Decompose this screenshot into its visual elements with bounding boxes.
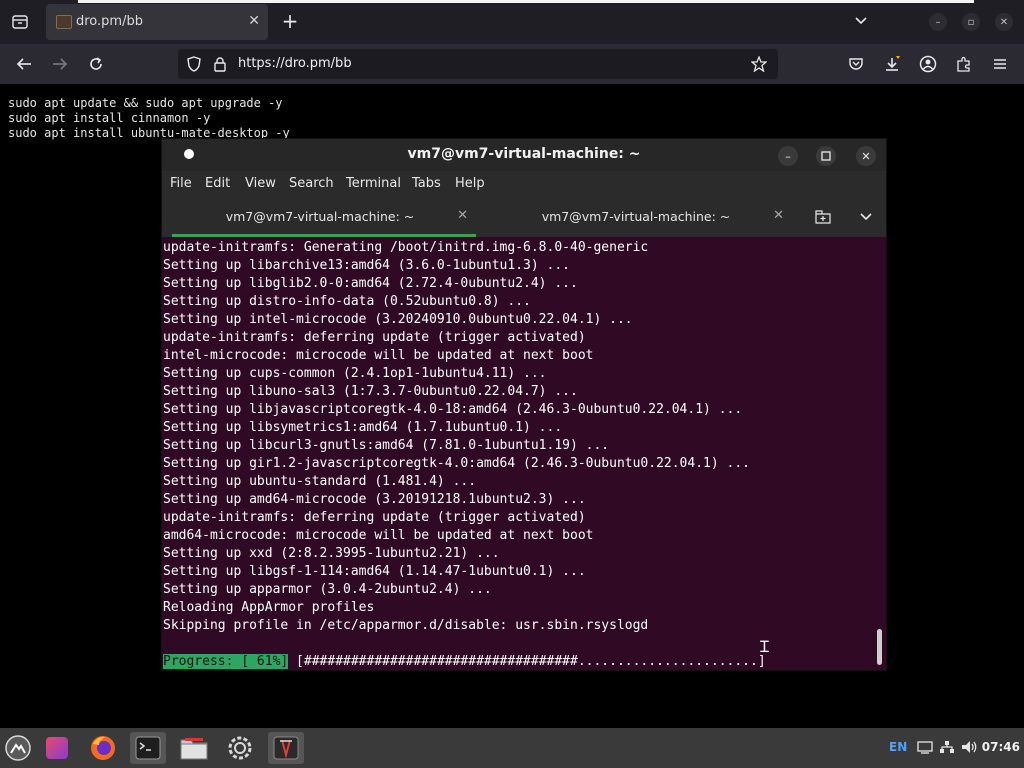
terminal-tab-label: vm7@vm7-virtual-machine: ~	[541, 209, 731, 224]
browser-maximize-icon[interactable]: ▫	[962, 13, 980, 31]
url-text[interactable]: https://dro.pm/bb	[238, 56, 352, 71]
terminal-menubar: File Edit View Search Terminal Tabs Help	[162, 171, 886, 197]
tab-favicon	[56, 15, 72, 29]
display-icon[interactable]	[917, 740, 933, 758]
account-icon[interactable]	[918, 54, 938, 74]
browser-tab-active[interactable]: dro.pm/bb ✕	[46, 4, 268, 40]
new-tab-icon[interactable]: +	[280, 10, 300, 32]
browser-close-icon[interactable]: ✕	[995, 13, 1013, 31]
forward-arrow-icon[interactable]	[50, 55, 70, 73]
firefox-icon[interactable]	[85, 732, 121, 764]
tab-close-icon[interactable]: ✕	[248, 13, 260, 29]
tracking-protection-shield-icon[interactable]	[186, 56, 202, 72]
tab-title: dro.pm/bb	[76, 14, 143, 29]
terminal-tab-1[interactable]: vm7@vm7-virtual-machine: ~ ✕	[162, 197, 478, 237]
site-lock-icon[interactable]	[212, 56, 228, 72]
extensions-puzzle-icon[interactable]	[954, 54, 974, 74]
browser-tab-strip: dro.pm/bb ✕ + – ▫ ✕	[0, 0, 1024, 44]
bookmark-star-icon[interactable]	[750, 56, 768, 72]
url-bar[interactable]: https://dro.pm/bb	[178, 49, 778, 79]
new-terminal-tab-icon[interactable]	[814, 209, 832, 225]
tab-list-chevron-icon[interactable]	[852, 12, 870, 30]
terminal-tabs-dropdown-icon[interactable]	[857, 210, 875, 224]
mouse-ibeam-cursor-icon: Ɪ	[760, 637, 769, 656]
pocket-icon[interactable]	[846, 55, 866, 73]
clock[interactable]: 07:46	[982, 740, 1020, 754]
terminal-output: update-initramfs: Generating /boot/initr…	[163, 240, 750, 633]
menu-file[interactable]: File	[170, 176, 192, 191]
progress-label: Progress: [ 61%]	[163, 654, 289, 669]
browser-navigation-bar: https://dro.pm/bb	[0, 44, 1024, 84]
progress-bar-text: [###################################....…	[288, 654, 766, 669]
terminal-taskbar-icon[interactable]	[130, 732, 166, 764]
back-arrow-icon[interactable]	[14, 55, 34, 73]
terminal-scrollbar[interactable]	[877, 629, 882, 665]
apt-progress-line: Progress: [ 61%] [######################…	[163, 653, 766, 671]
reload-icon[interactable]	[86, 55, 106, 73]
terminal-app-red-icon[interactable]	[268, 732, 304, 764]
menu-terminal[interactable]: Terminal	[346, 176, 401, 191]
menu-help[interactable]: Help	[455, 176, 485, 191]
file-manager-icon[interactable]	[176, 732, 212, 764]
network-icon[interactable]	[939, 740, 955, 758]
terminal-tab-close-icon[interactable]: ✕	[773, 208, 784, 223]
terminal-tab-label: vm7@vm7-virtual-machine: ~	[225, 209, 415, 224]
terminal-tab-close-icon[interactable]: ✕	[457, 208, 468, 223]
menu-tabs[interactable]: Tabs	[412, 176, 441, 191]
hamburger-menu-icon[interactable]	[990, 55, 1010, 73]
terminal-output-area[interactable]: update-initramfs: Generating /boot/initr…	[162, 237, 886, 670]
window-top-edge	[78, 0, 974, 3]
browser-minimize-icon[interactable]: –	[929, 13, 947, 31]
keyboard-layout-indicator[interactable]: EN	[889, 740, 907, 754]
page-commands-text: sudo apt update && sudo apt upgrade -y s…	[8, 96, 290, 140]
app-launcher-icon[interactable]	[39, 732, 75, 764]
terminal-maximize-icon[interactable]	[816, 146, 836, 166]
menu-search[interactable]: Search	[289, 176, 334, 191]
terminal-close-icon[interactable]: ✕	[856, 146, 876, 166]
terminal-tab-2[interactable]: vm7@vm7-virtual-machine: ~ ✕	[478, 197, 794, 237]
terminal-window: vm7@vm7-virtual-machine: ~ – ✕ File Edit…	[162, 139, 886, 670]
terminal-titlebar[interactable]: vm7@vm7-virtual-machine: ~ – ✕	[162, 139, 886, 171]
start-menu-icon[interactable]	[0, 732, 36, 764]
downloads-icon[interactable]	[881, 53, 903, 75]
taskbar: EN 07:46	[0, 728, 1024, 768]
settings-gear-icon[interactable]	[222, 732, 258, 764]
terminal-minimize-icon[interactable]: –	[778, 146, 798, 166]
volume-speaker-icon[interactable]	[961, 740, 979, 758]
terminal-tab-bar: vm7@vm7-virtual-machine: ~ ✕ vm7@vm7-vir…	[162, 197, 886, 237]
menu-view[interactable]: View	[245, 176, 276, 191]
menu-edit[interactable]: Edit	[205, 176, 230, 191]
firefox-view-icon[interactable]	[10, 14, 30, 30]
